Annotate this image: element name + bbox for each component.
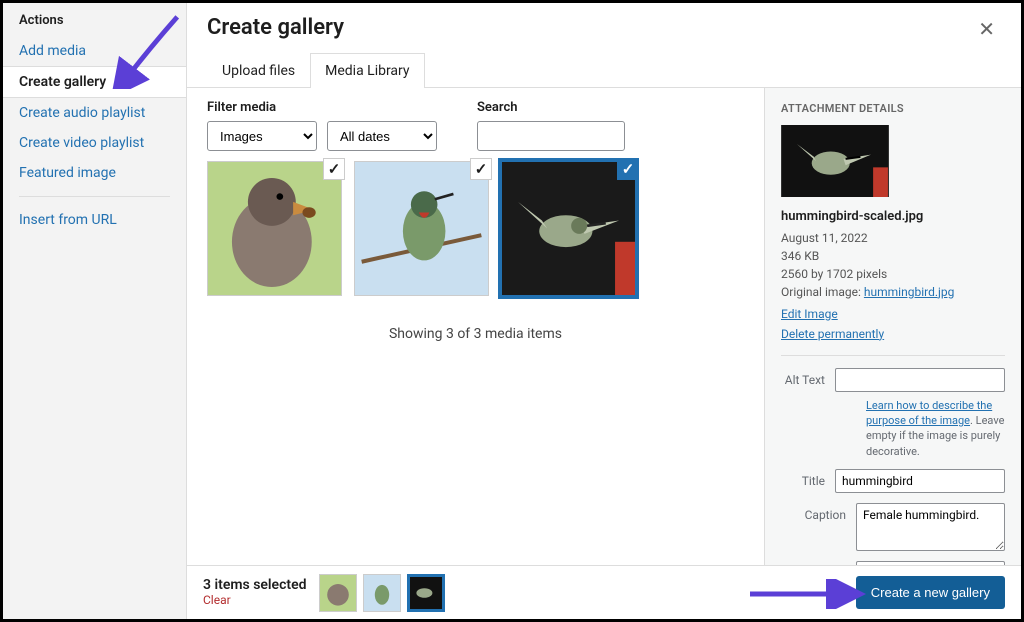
filter-type-select[interactable]: Images (207, 121, 317, 151)
caption-label: Caption (781, 503, 856, 551)
check-icon: ✓ (617, 158, 639, 180)
showing-count: Showing 3 of 3 media items (207, 326, 744, 342)
attachment-date: August 11, 2022 (781, 231, 868, 245)
media-thumb-ruby-throat[interactable]: ✓ (354, 161, 489, 296)
title-input[interactable] (835, 469, 1005, 493)
close-icon[interactable]: ✕ (972, 15, 1001, 43)
caption-input[interactable] (856, 503, 1005, 551)
mini-thumb[interactable] (319, 574, 357, 612)
actions-sidebar: Actions Add media Create gallery Create … (3, 3, 187, 619)
attachment-dimensions: 2560 by 1702 pixels (781, 267, 887, 281)
delete-permanently-link[interactable]: Delete permanently (781, 325, 1005, 343)
sidebar-item-add-media[interactable]: Add media (3, 36, 186, 66)
selected-count: 3 items selected (203, 577, 307, 593)
modal-title: Create gallery (207, 15, 344, 40)
bird-jay-icon (208, 162, 341, 295)
edit-image-link[interactable]: Edit Image (781, 305, 1005, 323)
attachment-filename: hummingbird-scaled.jpg (781, 207, 1005, 227)
sidebar-item-video-playlist[interactable]: Create video playlist (3, 128, 186, 158)
bird-ruby-icon (355, 162, 488, 295)
create-gallery-button[interactable]: Create a new gallery (856, 576, 1005, 609)
attachment-size: 346 KB (781, 249, 819, 263)
attachment-meta: hummingbird-scaled.jpg August 11, 2022 3… (781, 207, 1005, 343)
sidebar-item-featured-image[interactable]: Featured image (3, 158, 186, 188)
details-heading: ATTACHMENT DETAILS (781, 102, 1005, 115)
media-thumb-jay[interactable]: ✓ (207, 161, 342, 296)
media-panel: Filter media Images All dates Search (187, 88, 765, 619)
attachment-details: ATTACHMENT DETAILS hummingbird-scaled.jp… (765, 88, 1021, 619)
filter-date-select[interactable]: All dates (327, 121, 437, 151)
mini-thumb[interactable] (363, 574, 401, 612)
selected-thumbnails (319, 574, 445, 612)
search-label: Search (477, 100, 625, 115)
search-input[interactable] (477, 121, 625, 151)
sidebar-item-audio-playlist[interactable]: Create audio playlist (3, 98, 186, 128)
sidebar-divider (19, 196, 170, 197)
preview-hummingbird-icon (781, 125, 889, 197)
media-tabs: Upload files Media Library (187, 43, 1021, 88)
title-label: Title (781, 469, 835, 493)
sidebar-item-insert-url[interactable]: Insert from URL (3, 205, 186, 235)
footer-bar: 3 items selected Clear Create a new gall… (187, 565, 1021, 619)
alt-text-input[interactable] (835, 368, 1005, 392)
bird-hummingbird-icon (502, 162, 635, 295)
attachment-preview (781, 125, 889, 197)
original-link[interactable]: hummingbird.jpg (864, 285, 954, 299)
original-label: Original image: (781, 285, 864, 299)
sidebar-heading: Actions (3, 3, 186, 36)
filter-media-label: Filter media (207, 100, 437, 115)
alt-text-label: Alt Text (781, 368, 835, 392)
clear-selection-link[interactable]: Clear (203, 593, 231, 607)
mini-thumb[interactable] (407, 574, 445, 612)
alt-help-text: Learn how to describe the purpose of the… (866, 398, 1005, 460)
media-thumb-hummingbird[interactable]: ✓ (501, 161, 636, 296)
sidebar-item-create-gallery[interactable]: Create gallery (3, 66, 186, 98)
tab-upload-files[interactable]: Upload files (207, 53, 310, 88)
tab-media-library[interactable]: Media Library (310, 53, 424, 88)
check-icon: ✓ (470, 158, 492, 180)
check-icon: ✓ (323, 158, 345, 180)
